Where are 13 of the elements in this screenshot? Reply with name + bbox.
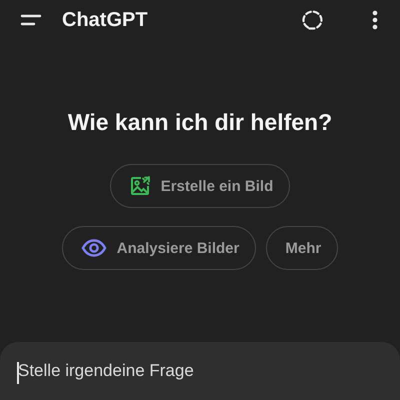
more-options-button[interactable]: [370, 10, 380, 30]
app-title: ChatGPT: [62, 8, 148, 32]
message-input[interactable]: Stelle irgendeine Frage: [18, 361, 382, 381]
image-sparkle-icon: [128, 175, 151, 197]
suggestion-chip[interactable]: Mehr: [266, 226, 338, 270]
message-composer[interactable]: Stelle irgendeine Frage: [0, 342, 400, 400]
more-options-icon: [372, 10, 378, 30]
menu-button[interactable]: [18, 13, 44, 27]
welcome-heading: Wie kann ich dir helfen?: [68, 109, 332, 136]
suggestion-chip[interactable]: Erstelle ein Bild: [110, 164, 290, 208]
suggestion-chip[interactable]: Analysiere Bilder: [62, 226, 256, 270]
menu-icon: [20, 13, 42, 27]
eye-icon: [80, 239, 107, 257]
